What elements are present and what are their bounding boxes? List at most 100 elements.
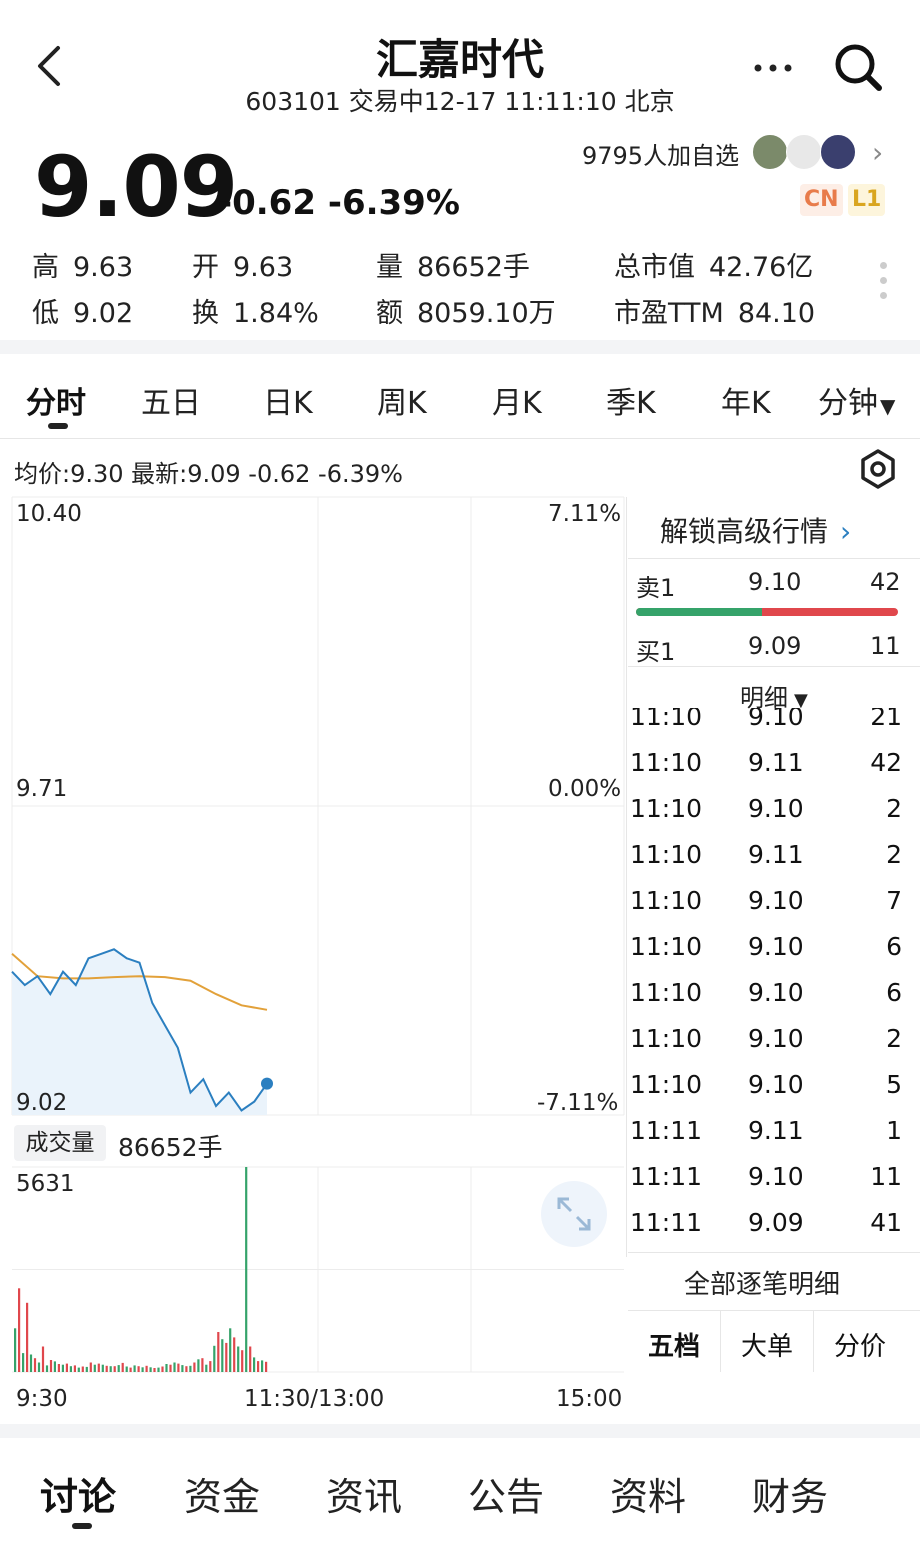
volume-bar (53, 1361, 56, 1372)
chevron-right-icon: › (840, 515, 852, 548)
volume-bar (237, 1346, 240, 1372)
followers-count[interactable]: 9795人加自选 (582, 136, 739, 171)
volume-bar (41, 1346, 45, 1372)
trade-tick-row: 11:10 9.10 6 (628, 926, 906, 972)
tab-minute[interactable]: 分钟 ▼ (818, 378, 895, 422)
trade-tick-price: 9.10 (748, 1162, 804, 1191)
divider (628, 558, 920, 559)
stat-low: 低 9.02 (32, 298, 134, 329)
y-axis-mid-pct-label: 0.00% (548, 776, 622, 802)
volume-bar (161, 1366, 164, 1372)
more-dots-icon[interactable] (752, 48, 796, 84)
volume-bar (117, 1365, 120, 1372)
stat-pe-ttm: 市盈TTM 84.10 (614, 298, 816, 329)
y-axis-bottom-label: 9.02 (16, 1090, 68, 1116)
intraday-chart[interactable] (0, 495, 628, 1385)
trade-tick-qty: 11 (870, 1162, 902, 1191)
volume-bar (213, 1345, 216, 1372)
expand-stats-icon[interactable] (880, 262, 890, 306)
trade-tick-time: 11:10 (630, 708, 703, 731)
trade-tick-row: 11:10 9.11 42 (628, 742, 906, 788)
volume-bar (173, 1362, 176, 1372)
volume-bar (73, 1365, 76, 1372)
tab-monthly-k[interactable]: 月K (492, 378, 542, 422)
volume-bar (233, 1337, 236, 1372)
tab-five-day[interactable]: 五日 (141, 378, 201, 422)
volume-bar (165, 1364, 168, 1372)
divider (626, 497, 627, 1257)
trade-tick-price: 9.11 (748, 840, 804, 869)
volume-bar (249, 1346, 252, 1372)
ask1-price: 9.10 (748, 568, 802, 596)
nav-discussion[interactable]: 讨论 (40, 1466, 116, 1521)
nav-profile[interactable]: 资料 (610, 1466, 686, 1521)
volume-bar (85, 1366, 88, 1372)
volume-label: 成交量 (14, 1125, 106, 1161)
trade-tick-price: 9.11 (748, 748, 804, 777)
volume-bar (22, 1353, 25, 1372)
volume-bar (153, 1368, 156, 1372)
trade-tick-qty: 6 (886, 932, 902, 961)
trade-tick-price: 9.10 (748, 932, 804, 961)
volume-bar (125, 1366, 128, 1372)
volume-bar (265, 1361, 268, 1372)
y-axis-mid-label: 9.71 (16, 776, 68, 802)
market-badge-cn: CN (800, 184, 843, 216)
avatar (820, 134, 856, 170)
tab-large-orders[interactable]: 大单 (721, 1322, 813, 1372)
trade-tick-time: 11:10 (630, 978, 703, 1007)
avatar (786, 134, 822, 170)
volume-bar (229, 1328, 232, 1372)
trade-tick-price: 9.11 (748, 1116, 804, 1145)
volume-bar (197, 1359, 200, 1372)
trade-tick-qty: 1 (886, 1116, 902, 1145)
volume-bar (29, 1354, 33, 1372)
nav-financials[interactable]: 财务 (752, 1466, 828, 1521)
trade-tick-row: 11:10 9.10 5 (628, 1064, 906, 1110)
active-tab-indicator (48, 423, 68, 429)
nav-capital[interactable]: 资金 (184, 1466, 260, 1521)
x-axis-open-label: 9:30 (16, 1386, 68, 1412)
bid1-qty: 11 (870, 632, 901, 660)
nav-news[interactable]: 资讯 (326, 1466, 402, 1521)
trade-tick-price: 9.10 (748, 794, 804, 823)
volume-bar (209, 1361, 212, 1372)
trade-tick-qty: 2 (886, 1024, 902, 1053)
tab-weekly-k[interactable]: 周K (377, 378, 427, 422)
settings-gear-icon[interactable] (858, 449, 898, 489)
stat-turnover: 换 1.84% (192, 298, 319, 329)
dropdown-caret-icon: ▼ (880, 394, 896, 418)
volume-bar (145, 1365, 148, 1372)
trade-tick-time: 11:10 (630, 886, 703, 915)
chart-grid (11, 496, 625, 1373)
search-icon[interactable] (832, 40, 884, 92)
volume-bar (37, 1362, 41, 1372)
all-trade-details-link[interactable]: 全部逐笔明细 (684, 1264, 840, 1301)
trade-ticks-list[interactable]: 11:10 9.10 21 11:10 9.11 42 11:10 9.10 2 11:10 9.1… (628, 708, 910, 1250)
volume-bar (261, 1360, 264, 1372)
volume-bar (61, 1364, 64, 1372)
volume-bar (157, 1367, 160, 1372)
trade-tick-row: 11:11 9.11 1 (628, 1110, 906, 1156)
stat-volume: 量 86652手 (376, 252, 530, 283)
tab-price-distribution[interactable]: 分价 (814, 1322, 906, 1372)
nav-announcements[interactable]: 公告 (468, 1466, 544, 1521)
volume-bar (189, 1365, 192, 1372)
trade-tick-row: 11:11 9.09 41 (628, 1202, 906, 1248)
trade-tick-qty: 2 (886, 794, 902, 823)
unlock-advanced-quotes-link[interactable]: 解锁高级行情 › (660, 510, 851, 550)
tab-intraday[interactable]: 分时 (26, 378, 86, 422)
volume-bar (149, 1367, 152, 1372)
trade-tick-price: 9.10 (748, 1070, 804, 1099)
expand-chart-icon[interactable] (541, 1181, 607, 1247)
tab-daily-k[interactable]: 日K (263, 378, 313, 422)
chevron-right-icon[interactable]: › (872, 136, 883, 169)
tab-five-level[interactable]: 五档 (628, 1322, 720, 1372)
volume-bar (217, 1332, 220, 1372)
stock-code-status: 603101 交易中12-17 11:11:10 北京 (245, 87, 675, 116)
trade-tick-row: 11:10 9.10 7 (628, 880, 906, 926)
volume-bar (129, 1367, 132, 1372)
tab-yearly-k[interactable]: 年K (721, 378, 771, 422)
avatar (752, 134, 788, 170)
tab-quarterly-k[interactable]: 季K (606, 378, 656, 422)
